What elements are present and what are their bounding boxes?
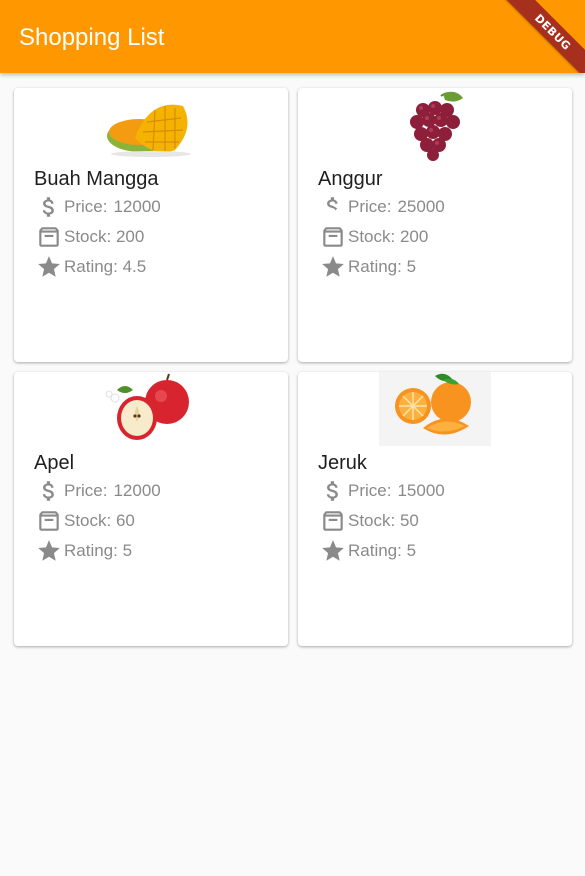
price-label: Price: — [348, 197, 392, 216]
product-card[interactable]: Buah Mangga Price: 12000 Stock: 200 Rati… — [14, 88, 288, 362]
price-row: Price: 12000 — [34, 192, 161, 222]
stock-value: Stock: 60 — [64, 511, 135, 530]
price-label: Price: — [64, 481, 108, 500]
star-icon — [34, 252, 64, 282]
debug-banner-label: DEBUG — [532, 11, 574, 53]
product-name: Apel — [34, 452, 75, 474]
debug-banner: DEBUG — [503, 0, 585, 73]
price-value: 12000 — [113, 197, 161, 216]
archive-box-icon — [318, 222, 348, 252]
stock-value: Stock: 200 — [64, 227, 145, 246]
price-label: Price: — [348, 481, 392, 500]
apple-image — [95, 372, 207, 446]
rating-row: Rating: 4.5 — [34, 252, 146, 282]
stock-value: Stock: 200 — [348, 227, 429, 246]
star-icon — [318, 536, 348, 566]
stock-row: Stock: 60 — [34, 506, 135, 536]
product-card[interactable]: Jeruk Price: 15000 Stock: 50 Rating: 5 — [298, 372, 572, 646]
rating-row: Rating: 5 — [318, 252, 416, 282]
orange-image — [379, 372, 491, 446]
archive-box-icon — [34, 506, 64, 536]
app-bar: Shopping List DEBUG — [0, 0, 585, 73]
price-row: Price: 15000 — [318, 476, 445, 506]
grapes-image — [379, 88, 491, 162]
archive-box-icon — [34, 222, 64, 252]
stock-row: Stock: 200 — [318, 222, 428, 252]
product-card[interactable]: Anggur Price: 25000 Stock: 200 Rating: 5 — [298, 88, 572, 362]
product-grid: Buah Mangga Price: 12000 Stock: 200 Rati… — [14, 88, 572, 646]
star-icon — [318, 252, 348, 282]
rating-value: Rating: 4.5 — [64, 257, 147, 276]
mango-image — [95, 88, 207, 162]
dollar-icon — [318, 192, 348, 222]
rating-row: Rating: 5 — [318, 536, 416, 566]
product-name: Buah Mangga — [34, 168, 159, 190]
stock-row: Stock: 50 — [318, 506, 419, 536]
stock-value: Stock: 50 — [348, 511, 419, 530]
archive-box-icon — [318, 506, 348, 536]
price-row: Price: 25000 — [318, 192, 445, 222]
price-row: Price: 12000 — [34, 476, 161, 506]
dollar-icon — [34, 476, 64, 506]
dollar-icon — [318, 476, 348, 506]
product-card[interactable]: Apel Price: 12000 Stock: 60 Rating: 5 — [14, 372, 288, 646]
rating-value: Rating: 5 — [348, 257, 417, 276]
stock-row: Stock: 200 — [34, 222, 144, 252]
star-icon — [34, 536, 64, 566]
rating-row: Rating: 5 — [34, 536, 132, 566]
price-value: 15000 — [397, 481, 445, 500]
price-value: 12000 — [113, 481, 161, 500]
product-name: Jeruk — [318, 452, 367, 474]
rating-value: Rating: 5 — [348, 541, 417, 560]
page-title: Shopping List — [19, 24, 165, 51]
rating-value: Rating: 5 — [64, 541, 133, 560]
dollar-icon — [34, 192, 64, 222]
price-value: 25000 — [397, 197, 445, 216]
price-label: Price: — [64, 197, 108, 216]
product-name: Anggur — [318, 168, 383, 190]
